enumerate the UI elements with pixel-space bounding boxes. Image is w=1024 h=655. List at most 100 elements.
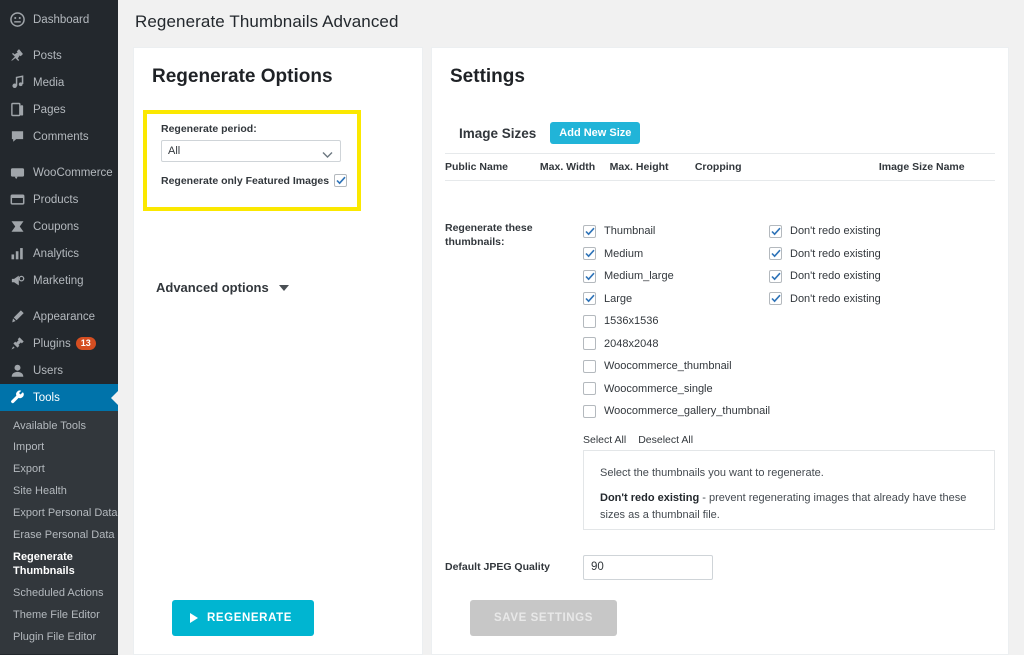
deselect-all-link[interactable]: Deselect All	[638, 434, 693, 446]
active-arrow-icon	[111, 390, 118, 406]
image-size-checkbox[interactable]	[583, 382, 596, 395]
app-root: Dashboard Posts Media Pages Comments WooComme…	[0, 0, 1024, 655]
image-size-checkbox-list: ThumbnailMediumMedium_largeLarge1536x153…	[583, 220, 769, 423]
plugins-update-badge: 13	[76, 337, 96, 351]
sidebar-item-users[interactable]: Users	[0, 357, 118, 384]
info-box: Select the thumbnails you want to regene…	[583, 450, 995, 530]
submenu-item-export-personal-data[interactable]: Export Personal Data	[0, 502, 118, 524]
table-header-cell: Public Name	[445, 161, 540, 173]
regenerate-thumbnails-label: Regenerate these thumbnails:	[445, 220, 583, 423]
sidebar-item-analytics[interactable]: Analytics	[0, 240, 118, 267]
regenerate-thumbnails-row: Regenerate these thumbnails: ThumbnailMe…	[432, 220, 1008, 423]
info-line-2: Don't redo existing - prevent regenerati…	[600, 490, 978, 523]
sidebar-item-comments[interactable]: Comments	[0, 123, 118, 150]
submenu-item-available-tools[interactable]: Available Tools	[0, 415, 118, 437]
sidebar-item-coupons[interactable]: Coupons	[0, 213, 118, 240]
submenu-item-import[interactable]: Import	[0, 437, 118, 459]
marketing-icon	[9, 272, 26, 289]
woocommerce-icon	[9, 164, 26, 181]
image-size-checkbox[interactable]	[583, 292, 596, 305]
image-size-row[interactable]: Woocommerce_gallery_thumbnail	[583, 400, 769, 423]
appearance-icon	[9, 308, 26, 325]
image-size-checkbox[interactable]	[583, 360, 596, 373]
tools-submenu: Available ToolsImportExportSite HealthEx…	[0, 411, 118, 654]
image-size-checkbox[interactable]	[583, 225, 596, 238]
redo-existing-checkbox[interactable]	[769, 270, 782, 283]
sidebar-item-products[interactable]: Products	[0, 186, 118, 213]
regenerate-period-select[interactable]: All	[161, 140, 341, 162]
sidebar-item-dashboard[interactable]: Dashboard	[0, 6, 118, 33]
plugins-icon	[9, 335, 26, 352]
sidebar-nav-list: Dashboard Posts Media Pages Comments WooComme…	[0, 6, 118, 411]
tab-image-sizes[interactable]: Image Sizes	[459, 126, 536, 141]
nav-separator	[0, 150, 118, 159]
chevron-down-icon	[279, 285, 289, 291]
settings-panel: Settings Image Sizes Add New Size Public…	[431, 47, 1009, 655]
nav-separator	[0, 33, 118, 42]
sidebar-item-appearance[interactable]: Appearance	[0, 303, 118, 330]
image-size-checkbox[interactable]	[583, 270, 596, 283]
highlight-box: Regenerate period: All Regenerate only F…	[143, 110, 361, 211]
sidebar-item-woocommerce[interactable]: WooCommerce	[0, 159, 118, 186]
sidebar-item-label: Analytics	[33, 248, 79, 260]
redo-existing-checkbox[interactable]	[769, 225, 782, 238]
submenu-item-regenerate-thumbnails[interactable]: Regenerate Thumbnails	[0, 546, 118, 583]
advanced-options-toggle[interactable]: Advanced options	[156, 280, 289, 295]
regenerate-button[interactable]: REGENERATE	[172, 600, 314, 636]
regenerate-options-heading: Regenerate Options	[134, 48, 422, 88]
image-size-row[interactable]: Medium	[583, 243, 769, 266]
comments-icon	[9, 128, 26, 145]
regenerate-period-label: Regenerate period:	[147, 114, 357, 135]
image-size-row[interactable]: Woocommerce_thumbnail	[583, 355, 769, 378]
redo-existing-spacer	[769, 355, 959, 378]
featured-images-checkbox[interactable]	[334, 174, 347, 187]
submenu-item-export[interactable]: Export	[0, 459, 118, 481]
redo-existing-row[interactable]: Don't redo existing	[769, 220, 959, 243]
jpeg-quality-input[interactable]	[583, 555, 713, 580]
page-title: Regenerate Thumbnails Advanced	[118, 0, 1024, 32]
sidebar-item-label: Dashboard	[33, 14, 89, 26]
redo-existing-checkbox[interactable]	[769, 247, 782, 260]
sidebar-item-label: Pages	[33, 104, 66, 116]
sidebar-item-tools[interactable]: Tools	[0, 384, 118, 411]
submenu-item-plugin-file-editor[interactable]: Plugin File Editor	[0, 626, 118, 648]
image-size-row[interactable]: Woocommerce_single	[583, 378, 769, 401]
image-sizes-tabs: Image Sizes Add New Size	[459, 122, 1008, 144]
redo-existing-row[interactable]: Don't redo existing	[769, 265, 959, 288]
sidebar-item-label: Coupons	[33, 221, 79, 233]
image-size-row[interactable]: 1536x1536	[583, 310, 769, 333]
image-size-checkbox[interactable]	[583, 337, 596, 350]
sidebar-item-plugins[interactable]: Plugins13	[0, 330, 118, 357]
redo-existing-checkbox[interactable]	[769, 292, 782, 305]
pages-icon	[9, 101, 26, 118]
redo-existing-row[interactable]: Don't redo existing	[769, 288, 959, 311]
submenu-item-erase-personal-data[interactable]: Erase Personal Data	[0, 524, 118, 546]
featured-images-row[interactable]: Regenerate only Featured Images	[161, 174, 347, 188]
redo-existing-row[interactable]: Don't redo existing	[769, 243, 959, 266]
image-size-row[interactable]: Thumbnail	[583, 220, 769, 243]
image-size-checkbox[interactable]	[583, 247, 596, 260]
image-size-row[interactable]: 2048x2048	[583, 333, 769, 356]
add-new-size-button[interactable]: Add New Size	[550, 122, 640, 144]
sidebar-item-label: Comments	[33, 131, 89, 143]
submenu-item-scheduled-actions[interactable]: Scheduled Actions	[0, 583, 118, 605]
analytics-icon	[9, 245, 26, 262]
select-all-link[interactable]: Select All	[583, 434, 626, 446]
sidebar-item-posts[interactable]: Posts	[0, 42, 118, 69]
submenu-item-site-health[interactable]: Site Health	[0, 481, 118, 503]
image-size-checkbox[interactable]	[583, 405, 596, 418]
image-size-label: 2048x2048	[604, 338, 658, 350]
image-size-row[interactable]: Medium_large	[583, 265, 769, 288]
sidebar-item-label: Media	[33, 77, 64, 89]
sidebar-item-marketing[interactable]: Marketing	[0, 267, 118, 294]
submenu-item-theme-file-editor[interactable]: Theme File Editor	[0, 605, 118, 627]
sidebar-item-label: Posts	[33, 50, 62, 62]
image-size-checkbox[interactable]	[583, 315, 596, 328]
featured-images-label: Regenerate only Featured Images	[161, 174, 334, 188]
sidebar-item-pages[interactable]: Pages	[0, 96, 118, 123]
image-size-row[interactable]: Large	[583, 288, 769, 311]
sidebar-item-media[interactable]: Media	[0, 69, 118, 96]
nav-separator	[0, 294, 118, 303]
redo-existing-spacer	[769, 310, 959, 333]
save-settings-button[interactable]: SAVE SETTINGS	[470, 600, 617, 636]
